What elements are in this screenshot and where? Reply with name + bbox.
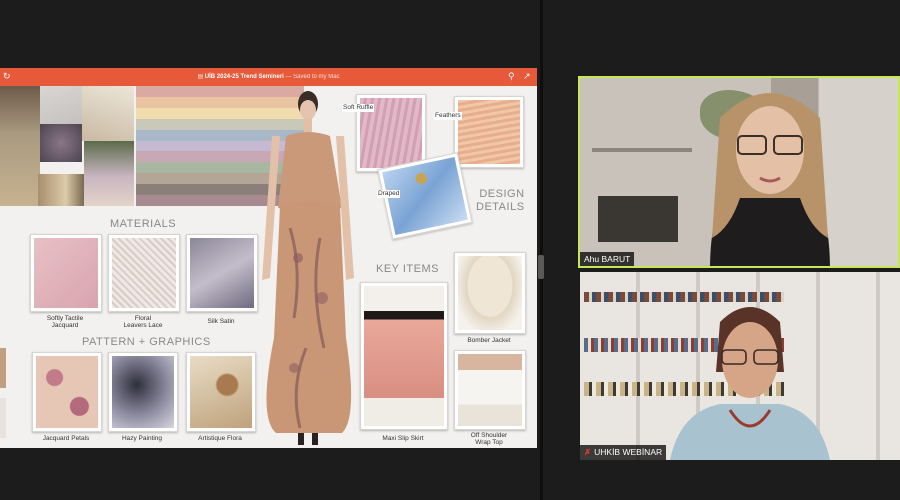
detail-tag: Soft Ruffle <box>342 104 375 112</box>
save-status: — Saved to my Mac <box>285 74 340 80</box>
detail-tag: Draped <box>377 190 401 198</box>
participant-name-tag: Ahu BARUT <box>580 252 635 266</box>
key-items-heading: KEY ITEMS <box>376 263 439 275</box>
garden-photo <box>84 141 134 206</box>
pane-divider[interactable] <box>540 0 543 500</box>
trend-board-slide: MATERIALS Softly Tactile Jacquard Floral… <box>0 86 537 448</box>
draped-fabric-photo <box>40 124 82 162</box>
key-item-label: Maxi Slip Skirt <box>382 435 424 442</box>
material-label: Floral Leavers Lace <box>123 315 163 329</box>
mic-muted-icon: ✗ <box>584 447 592 457</box>
video-tile-participant[interactable]: ✗ UHKİB WEBİNAR <box>580 272 900 460</box>
participant-video <box>670 307 830 460</box>
video-tile-active-speaker[interactable]: Ahu BARUT <box>578 76 900 268</box>
speaker-video <box>710 93 830 266</box>
pattern-graphics-heading: PATTERN + GRAPHICS <box>82 336 211 348</box>
search-icon[interactable]: ⚲ <box>508 71 515 82</box>
key-item-card <box>454 350 526 430</box>
pattern-label: Artistique Flora <box>198 435 242 442</box>
cropped-photo <box>0 348 6 388</box>
share-icon[interactable]: ↗ <box>523 71 531 82</box>
pattern-card <box>108 352 178 432</box>
participant-name-tag: ✗ UHKİB WEBİNAR <box>580 445 667 460</box>
detail-tag: Feathers <box>434 112 462 120</box>
material-card <box>30 234 102 312</box>
pattern-label: Jacquard Petals <box>42 435 90 442</box>
interior-photo <box>82 86 134 141</box>
pane-resize-handle[interactable] <box>538 255 544 279</box>
presentation-title-bar: ↻ ▤ UİB 2024-25 Trend Semineri — Saved t… <box>0 68 537 86</box>
cropped-photo <box>0 398 6 438</box>
model-photo <box>0 86 40 206</box>
materials-heading: MATERIALS <box>110 218 177 230</box>
key-item-label: Bomber Jacket <box>467 337 511 344</box>
detail-card <box>454 96 524 168</box>
material-label: Softly Tactile Jacquard <box>46 315 84 329</box>
hero-model-photo <box>250 88 360 446</box>
material-card <box>186 234 258 312</box>
design-details-heading: DESIGN DETAILS <box>476 188 525 213</box>
key-item-card <box>454 252 526 334</box>
cabinet <box>598 196 678 242</box>
shared-screen: ↻ ▤ UİB 2024-25 Trend Semineri — Saved t… <box>0 68 537 448</box>
material-card <box>108 234 180 312</box>
pattern-card <box>32 352 102 432</box>
document-icon: ▤ <box>197 74 204 80</box>
presentation-title: UİB 2024-25 Trend Semineri <box>204 74 284 80</box>
pattern-label: Hazy Painting <box>121 435 163 442</box>
material-label: Silk Satin <box>207 318 235 325</box>
pattern-card <box>186 352 256 432</box>
key-item-card <box>360 282 448 430</box>
key-item-label: Off Shoulder Wrap Top <box>470 432 508 446</box>
floral-print-photo <box>38 174 84 206</box>
